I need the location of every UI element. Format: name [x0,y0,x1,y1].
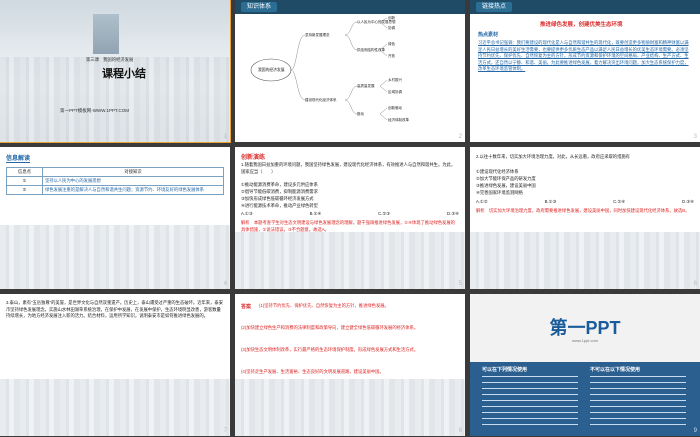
slide3-tag: 链接热点 [476,2,513,12]
option: ③加快形成绿色低碳循环经济发展方式 [241,196,314,201]
answer-line: (1)坚持节约优先、保护优先、自然恢复为主的方针，推进绿色发展。 [259,303,389,308]
choice-a[interactable]: A.①② [476,199,488,206]
tree-leaf: 区域协调 [388,90,402,94]
option: ④进行能源技术革命，推动产业绿色转型 [241,203,318,208]
option: ①建设现代化经济体系 [476,169,519,174]
tree-node: 推动 [357,112,364,116]
slide-number: 4 [223,281,227,287]
tree-leaf: 创新驱动 [388,106,402,110]
slide6-explain: 解析 切实加大环境治理力度，政府需要推进绿色发展，建设美丽中国，同时加快建设现代… [476,208,690,213]
slide1-title: 课程小结 [102,68,146,80]
option: ③推进绿色发展，建设美丽中国 [476,183,536,188]
logo-url: www.1ppt.com [571,338,598,343]
slide-number: 6 [693,281,697,287]
choices: A.①② B.①③ C.②④ D.③④ [476,199,694,206]
slide-thumbnail-8[interactable]: 答案 (1)坚持节约优先、保护优先、自然恢复为主的方针，推进绿色发展。 (2)加… [235,294,465,436]
slide-number: 1 [223,134,227,140]
table-row: ① 坚持以人民为中心的发展思想 [6,176,224,186]
left-title: 可以在下列情况使用 [482,367,528,373]
table-row: ② 绿色发展注重的是解决人与自然和谐共生问题；资源节约、环境友好的绿色发展体系 [6,185,224,195]
option: ④完善国家环境监测网络 [476,190,523,195]
right-title: 不可以在以下情况使用 [590,367,641,373]
info-table: 信息点 对接知识 ① 坚持以人民为中心的发展思想 ② 绿色发展注重的是解决人与自… [6,167,224,195]
tree-root: 我国的经济发展 [258,68,285,72]
table-header: 对接知识 [42,167,224,177]
building-image [93,14,119,54]
slide-thumbnail-6[interactable]: 2.以往十数年来，切实加大环境治理力度。对此，从长远看，政府应采取的措施有 ①建… [470,147,700,289]
slide1-footer: 第一PPT模板网-WWW.1PPT.COM [60,108,129,113]
tree-node: 建设现代化经济体系 [305,98,337,102]
slide5-question: 1.随着我国日益加重的环境问题，我国坚持绿色发展，建设现代化经济体系，有效推进人… [241,162,456,174]
slide-number: 8 [458,428,462,434]
slide-thumbnail-2[interactable]: 知识体系 我国的经济发展 坚持新发展理念 建设现代化经济体系 以人民为中心的发展… [235,0,465,142]
slide-thumbnail-9[interactable]: 第一PPT www.1ppt.com 可以在下列情况使用 不可以在以下情况使用 … [470,294,700,436]
slide-number: 9 [693,428,697,434]
slide-number: 7 [223,428,227,434]
slide5-title: 创新演练 [241,155,266,161]
tree-node: 坚持新发展理念 [305,33,330,37]
slide1-section: 第三课 我国的经济发展 [86,57,134,62]
tree-node: 供给侧结构性改革 [357,48,385,52]
slide-number: 3 [693,134,697,140]
tree-leaf: 协调 [388,26,395,30]
choice-b[interactable]: B.①③ [545,199,557,206]
slide3-body: 习近平总书记强调：我们要建设的现代化是人与自然和谐共生的现代化，既要创造更多物质… [478,40,689,72]
slide-thumbnail-3[interactable]: 链接热点 推进绿色发展，创建优美生态环境 热点素材 习近平总书记强调：我们要建设… [470,0,700,142]
answer-line: (2)加快建立绿色生产和消费的法律制度和政策导向，建立健全绿色低碳循环发展的经济… [241,325,419,330]
choice-b[interactable]: B.①④ [310,211,322,218]
slide-number: 2 [458,134,462,140]
tree-leaf: 经济体制改革 [388,118,409,122]
right-list [590,376,686,426]
table-cell: 绿色发展注重的是解决人与自然和谐共生问题；资源节约、环境友好的绿色发展体系 [42,185,224,195]
answer-line: (3)加快生态文明体制改革，实行最严格的生态环境保护制度，形成绿色发展方式和生活… [241,347,419,352]
slide-number: 5 [458,281,462,287]
slide-thumbnail-5[interactable]: 创新演练 1.随着我国日益加重的环境问题，我国坚持绿色发展，建设现代化经济体系，… [235,147,465,289]
table-header-row: 信息点 对接知识 [6,167,224,177]
table-cell: 坚持以人民为中心的发展思想 [42,176,224,186]
tree-leaf: 绿色 [388,42,395,46]
tree-node: 高质量发展 [357,84,375,88]
choice-d[interactable]: D.③④ [447,211,459,218]
slide3-sub: 热点素材 [478,32,499,38]
slide8-label: 答案 [241,304,252,310]
answer-line: (4)坚持走生产发展、生活富裕、生态良好的文明发展道路，建设美丽中国。 [241,369,384,374]
choice-a[interactable]: A.①③ [241,211,253,218]
choice-c[interactable]: C.②④ [613,199,625,206]
table-cell: ② [6,185,43,195]
tree-leaf: 乡村振兴 [388,78,402,82]
slide5-explain: 解析 本题考查学生对生态文明建设与绿色发展理念的理解。题干强调推进绿色发展，①④… [241,220,455,232]
slide-thumbnail-7[interactable]: 3.泰山，素有“五岳独尊”的美誉，是世界文化与自然双重遗产。历史上，泰山遭受过严… [0,294,230,436]
ppt-logo: 第一PPT [549,318,621,338]
slide7-body: 3.泰山，素有“五岳独尊”的美誉，是世界文化与自然双重遗产。历史上，泰山遭受过严… [6,300,223,319]
option: ①推动能源消费革命，建设多元供应体系 [241,182,318,187]
option: ②加大节能环保产品的研发力度 [476,176,536,181]
option: ②倡导节能低碳消费，抑制能源消费需求 [241,189,318,194]
slide-thumbnail-1[interactable]: 第三课 我国的经济发展 课程小结 第一PPT模板网-WWW.1PPT.COM 1 [0,0,231,143]
table-header: 信息点 [6,167,43,177]
choice-d[interactable]: D.③④ [682,199,694,206]
left-list [482,376,578,426]
slide3-headline: 推进绿色发展，创建优美生态环境 [540,22,623,28]
slide-thumbnail-4[interactable]: 信息解读 信息点 对接知识 ① 坚持以人民为中心的发展思想 ② 绿色发展注重的是… [0,147,230,289]
table-cell: ① [6,176,43,186]
tree-leaf: 创新 [388,16,395,20]
choices: A.①③ B.①④ C.②③ D.③④ [241,211,459,218]
slide6-question: 2.以往十数年来，切实加大环境治理力度。对此，从长远看，政府应采取的措施有 [476,154,630,159]
choice-c[interactable]: C.②③ [378,211,390,218]
slide4-tag: 信息解读 [6,153,31,163]
tree-leaf: 开放 [388,54,395,58]
